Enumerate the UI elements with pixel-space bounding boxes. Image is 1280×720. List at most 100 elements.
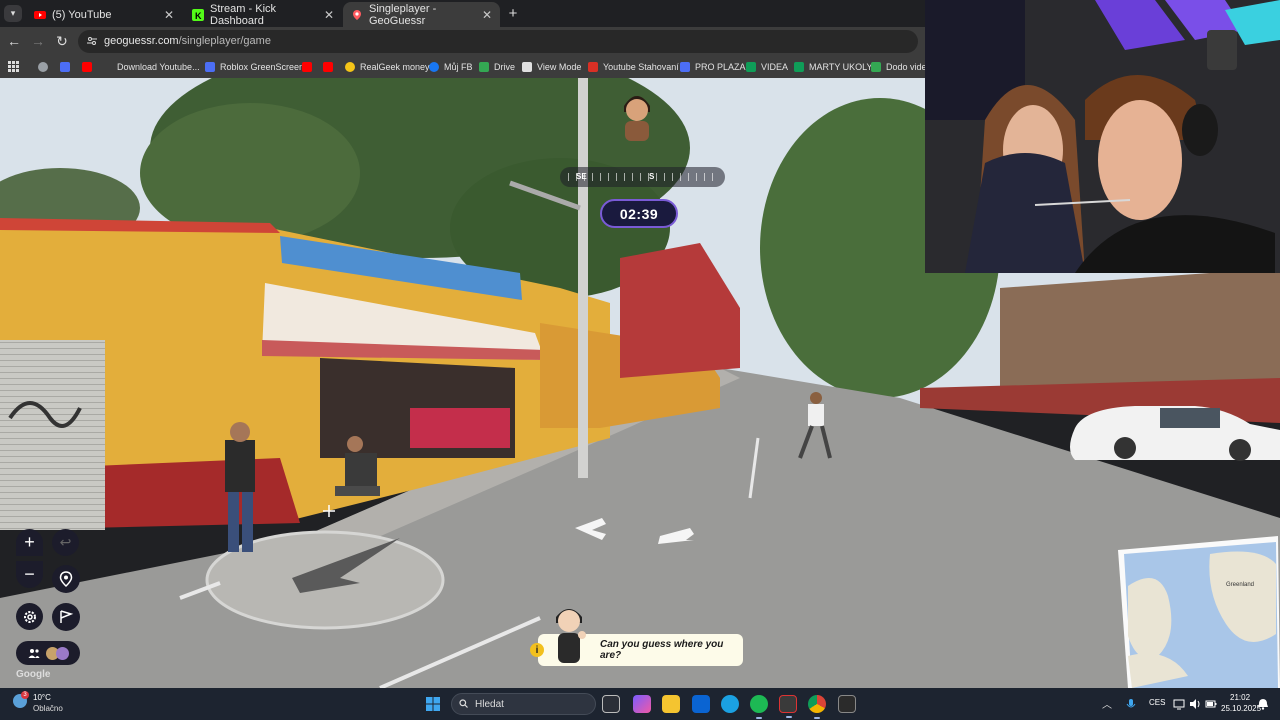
sheets-icon bbox=[794, 62, 804, 72]
tab-search-dropdown-button[interactable]: ▾ bbox=[4, 5, 22, 22]
compass-bar[interactable]: SE S bbox=[560, 167, 725, 187]
spotify-icon[interactable] bbox=[750, 695, 768, 719]
location-pin-icon bbox=[59, 571, 73, 587]
settings-button[interactable] bbox=[16, 603, 43, 630]
tab-youtube-close-icon[interactable]: ✕ bbox=[164, 8, 174, 22]
globe-icon bbox=[38, 62, 48, 72]
zoom-out-button[interactable]: − bbox=[16, 561, 43, 588]
tab-kick-dashboard[interactable]: K Stream - Kick Dashboard ✕ bbox=[184, 2, 342, 27]
address-bar[interactable]: geoguessr.com/singleplayer/game bbox=[78, 30, 918, 53]
show-hidden-icons-chevron-icon[interactable]: ︿ bbox=[1102, 696, 1112, 711]
windows-taskbar: 3 10°C Oblačno Hledat ︿ CES 21:02 25.10.… bbox=[0, 688, 1280, 720]
bookmark-pro-plaza[interactable]: PRO PLAZA bbox=[680, 60, 746, 74]
task-view-icon[interactable] bbox=[602, 695, 620, 713]
plus-icon: + bbox=[24, 532, 35, 552]
guide-avatar-icon bbox=[556, 609, 586, 663]
network-icon[interactable] bbox=[1173, 698, 1185, 710]
battery-icon[interactable] bbox=[1205, 698, 1217, 710]
epic-games-icon[interactable] bbox=[838, 695, 856, 713]
bookmark-label: View Mode bbox=[537, 62, 582, 72]
bookmark-view-mode[interactable]: View Mode bbox=[522, 60, 581, 74]
bookmark-youtube-3[interactable] bbox=[323, 60, 338, 74]
google-logo: Google bbox=[16, 669, 51, 680]
tab-kick-label: Stream - Kick Dashboard bbox=[210, 2, 277, 27]
bookmark-roblox[interactable] bbox=[60, 60, 75, 74]
view-mode-icon bbox=[522, 62, 532, 72]
edge-icon[interactable] bbox=[721, 695, 739, 713]
taskbar-search-input[interactable]: Hledat bbox=[451, 693, 596, 715]
capcut-icon[interactable] bbox=[779, 695, 797, 718]
bookmark-youtube-stahovani[interactable]: Youtube Stahovaní bbox=[588, 60, 679, 74]
bookmark-realgeek-money[interactable]: RealGeek money bbox=[345, 60, 430, 74]
bookmark-label: Drive bbox=[494, 62, 516, 72]
person-standing bbox=[225, 422, 255, 552]
forward-arrow-icon[interactable]: → bbox=[30, 33, 46, 49]
youtube-icon bbox=[82, 62, 92, 72]
roblox-icon bbox=[205, 62, 215, 72]
round-timer: 02:39 bbox=[600, 199, 678, 228]
notification-bell-icon[interactable] bbox=[1257, 698, 1269, 710]
clock-time[interactable]: 21:02 bbox=[1230, 693, 1250, 702]
facebook-icon bbox=[429, 62, 439, 72]
return-to-checkpoint-button[interactable] bbox=[52, 603, 80, 631]
compass-label-s: S bbox=[649, 172, 655, 181]
tab-geoguessr-close-icon[interactable]: ✕ bbox=[482, 8, 492, 22]
tab-kick-close-icon[interactable]: ✕ bbox=[324, 8, 334, 22]
site-info-tune-icon[interactable] bbox=[87, 36, 97, 46]
url-path: /singleplayer/game bbox=[178, 35, 271, 47]
bookmark-drive[interactable]: Drive bbox=[479, 60, 515, 74]
weather-notification-badge: 3 bbox=[21, 691, 29, 699]
clock-date[interactable]: 25.10.2025 bbox=[1221, 704, 1261, 713]
weather-description[interactable]: Oblačno bbox=[33, 704, 63, 713]
streamer-webcam-overlay bbox=[925, 0, 1280, 273]
file-explorer-icon[interactable] bbox=[662, 695, 680, 713]
compass-label-se: SE bbox=[576, 172, 587, 181]
roblox-icon bbox=[60, 62, 70, 72]
bookmark-label: Youtube Stahovaní bbox=[603, 62, 679, 72]
info-icon[interactable]: i bbox=[530, 643, 544, 657]
bookmark-marty-ukoly[interactable]: MARTY UKOLY bbox=[794, 60, 873, 74]
chrome-icon[interactable] bbox=[808, 695, 826, 719]
geoguessr-pin-favicon-icon bbox=[353, 9, 361, 20]
undo-move-button[interactable]: ↩ bbox=[52, 529, 79, 556]
volume-icon[interactable] bbox=[1189, 698, 1201, 710]
zoom-in-button[interactable]: + bbox=[16, 529, 43, 556]
gear-icon bbox=[23, 610, 36, 623]
tab-geoguessr[interactable]: Singleplayer - GeoGuessr ✕ bbox=[343, 2, 500, 27]
minimap-label-greenland: Greenland bbox=[1226, 582, 1254, 588]
google-drive-icon bbox=[479, 62, 489, 72]
search-placeholder: Hledat bbox=[475, 699, 504, 710]
weather-temperature[interactable]: 10°C bbox=[33, 693, 51, 702]
bookmark-label: PRO PLAZA bbox=[695, 62, 746, 72]
bookmark-download-youtube[interactable]: Download Youtube... bbox=[117, 60, 200, 74]
address-url: geoguessr.com/singleplayer/game bbox=[104, 35, 271, 47]
return-to-start-button[interactable] bbox=[52, 565, 80, 593]
bookmark-globe[interactable] bbox=[38, 60, 53, 74]
bookmark-youtube-2[interactable] bbox=[302, 60, 317, 74]
reload-icon[interactable]: ↻ bbox=[54, 33, 70, 49]
youtube-icon bbox=[323, 62, 333, 72]
kick-favicon-icon: K bbox=[192, 8, 204, 21]
guess-minimap[interactable]: Greenland bbox=[1118, 536, 1280, 688]
party-friends-button[interactable] bbox=[16, 641, 80, 665]
outlook-icon[interactable] bbox=[692, 695, 710, 713]
bookmark-roblox-greenscreen[interactable]: Roblox GreenScreen bbox=[205, 60, 304, 74]
bookmark-facebook[interactable]: Můj FB bbox=[429, 60, 473, 74]
copilot-icon[interactable] bbox=[633, 695, 651, 713]
download-icon bbox=[588, 62, 598, 72]
sheets-icon bbox=[746, 62, 756, 72]
apps-grid-icon[interactable] bbox=[8, 61, 19, 72]
new-tab-plus-icon[interactable]: + bbox=[504, 5, 522, 22]
search-icon bbox=[459, 699, 468, 708]
windows-start-icon[interactable] bbox=[426, 697, 440, 711]
back-arrow-icon[interactable]: ← bbox=[6, 33, 22, 49]
roblox-icon bbox=[680, 62, 690, 72]
microphone-icon[interactable] bbox=[1125, 698, 1137, 710]
tab-geoguessr-label: Singleplayer - GeoGuessr bbox=[369, 2, 437, 27]
tab-youtube[interactable]: (5) YouTube ✕ bbox=[26, 2, 182, 27]
youtube-icon bbox=[302, 62, 312, 72]
input-language-indicator[interactable]: CES bbox=[1149, 698, 1165, 707]
bookmark-videa[interactable]: VIDEA bbox=[746, 60, 788, 74]
bookmark-youtube-1[interactable] bbox=[82, 60, 97, 74]
bookmark-dodo-videa[interactable]: Dodo videa bbox=[871, 60, 932, 74]
